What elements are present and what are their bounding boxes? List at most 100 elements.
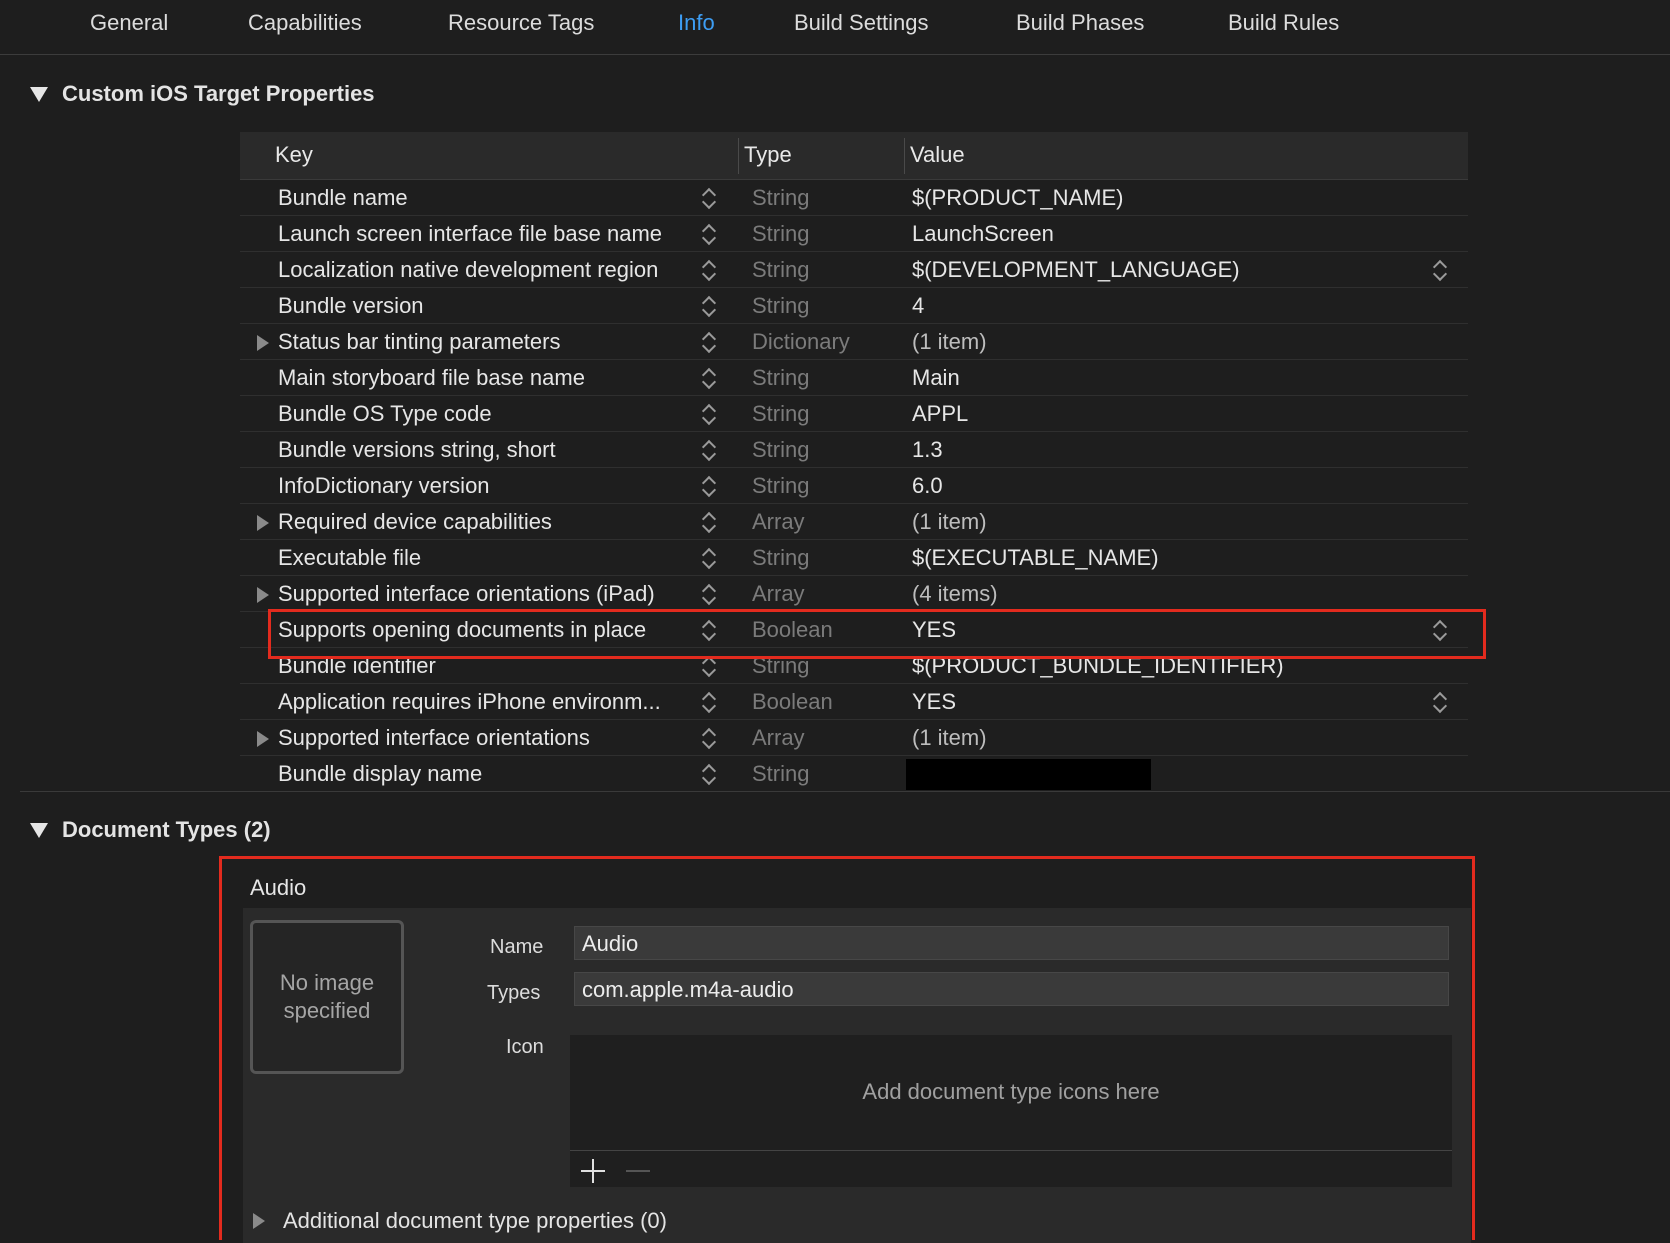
- row-value[interactable]: $(DEVELOPMENT_LANGUAGE): [912, 257, 1240, 283]
- row-type[interactable]: Boolean: [752, 689, 833, 715]
- row-type[interactable]: Array: [752, 581, 805, 607]
- row-key[interactable]: Bundle version: [278, 293, 696, 319]
- column-header-key[interactable]: Key: [275, 142, 313, 168]
- custom-properties-header[interactable]: Custom iOS Target Properties: [30, 78, 375, 110]
- row-key[interactable]: Supported interface orientations (iPad): [278, 581, 696, 607]
- disclosure-triangle-icon[interactable]: [30, 822, 48, 838]
- document-types-header[interactable]: Document Types (2): [30, 814, 271, 846]
- key-stepper-icon[interactable]: [701, 329, 717, 355]
- key-stepper-icon[interactable]: [701, 365, 717, 391]
- table-row[interactable]: Main storyboard file base name String Ma…: [240, 360, 1468, 396]
- row-key[interactable]: Executable file: [278, 545, 696, 571]
- row-key[interactable]: Bundle OS Type code: [278, 401, 696, 427]
- expand-triangle-icon[interactable]: [257, 731, 269, 747]
- row-key[interactable]: Supported interface orientations: [278, 725, 696, 751]
- row-type[interactable]: String: [752, 365, 809, 391]
- table-row[interactable]: Bundle versions string, short String 1.3: [240, 432, 1468, 468]
- row-type[interactable]: String: [752, 257, 809, 283]
- row-key[interactable]: Bundle versions string, short: [278, 437, 696, 463]
- tab-resource-tags[interactable]: Resource Tags: [448, 10, 594, 36]
- row-key[interactable]: Bundle display name: [278, 761, 696, 787]
- tab-capabilities[interactable]: Capabilities: [248, 10, 362, 36]
- key-stepper-icon[interactable]: [701, 509, 717, 535]
- key-stepper-icon[interactable]: [701, 689, 717, 715]
- disclosure-triangle-icon[interactable]: [30, 86, 48, 102]
- row-value[interactable]: Main: [912, 365, 960, 391]
- value-popup-stepper-icon[interactable]: [1432, 617, 1448, 643]
- row-value[interactable]: 4: [912, 293, 924, 319]
- key-stepper-icon[interactable]: [701, 185, 717, 211]
- expand-triangle-icon[interactable]: [257, 515, 269, 531]
- table-row[interactable]: Application requires iPhone environm... …: [240, 684, 1468, 720]
- row-type[interactable]: String: [752, 293, 809, 319]
- key-stepper-icon[interactable]: [701, 257, 717, 283]
- row-type[interactable]: String: [752, 401, 809, 427]
- table-row[interactable]: Supported interface orientations (iPad) …: [240, 576, 1468, 612]
- name-field[interactable]: Audio: [574, 926, 1449, 960]
- remove-icon-button[interactable]: [626, 1159, 650, 1183]
- tab-info[interactable]: Info: [678, 10, 715, 36]
- table-row[interactable]: Status bar tinting parameters Dictionary…: [240, 324, 1468, 360]
- table-row[interactable]: Launch screen interface file base name S…: [240, 216, 1468, 252]
- row-value[interactable]: APPL: [912, 401, 968, 427]
- row-key[interactable]: Localization native development region: [278, 257, 696, 283]
- row-key[interactable]: Bundle name: [278, 185, 696, 211]
- row-key[interactable]: Required device capabilities: [278, 509, 696, 535]
- row-key[interactable]: Application requires iPhone environm...: [278, 689, 696, 715]
- table-row[interactable]: Executable file String $(EXECUTABLE_NAME…: [240, 540, 1468, 576]
- table-row[interactable]: InfoDictionary version String 6.0: [240, 468, 1468, 504]
- row-key[interactable]: InfoDictionary version: [278, 473, 696, 499]
- row-type[interactable]: Array: [752, 509, 805, 535]
- table-row[interactable]: Localization native development region S…: [240, 252, 1468, 288]
- image-well[interactable]: No image specified: [250, 920, 404, 1074]
- key-stepper-icon[interactable]: [701, 761, 717, 787]
- row-key[interactable]: Bundle identifier: [278, 653, 696, 679]
- row-type[interactable]: Boolean: [752, 617, 833, 643]
- tab-build-phases[interactable]: Build Phases: [1016, 10, 1144, 36]
- key-stepper-icon[interactable]: [701, 437, 717, 463]
- row-type[interactable]: String: [752, 185, 809, 211]
- additional-properties-disclosure[interactable]: Additional document type properties (0): [253, 1208, 667, 1234]
- value-popup-stepper-icon[interactable]: [1432, 689, 1448, 715]
- key-stepper-icon[interactable]: [701, 401, 717, 427]
- row-key[interactable]: Supports opening documents in place: [278, 617, 696, 643]
- key-stepper-icon[interactable]: [701, 653, 717, 679]
- column-header-type[interactable]: Type: [744, 142, 792, 168]
- key-stepper-icon[interactable]: [701, 545, 717, 571]
- key-stepper-icon[interactable]: [701, 221, 717, 247]
- key-stepper-icon[interactable]: [701, 473, 717, 499]
- row-value[interactable]: $(PRODUCT_BUNDLE_IDENTIFIER): [912, 653, 1284, 679]
- row-value[interactable]: 6.0: [912, 473, 943, 499]
- table-row[interactable]: Bundle OS Type code String APPL: [240, 396, 1468, 432]
- add-icon-button[interactable]: [581, 1159, 605, 1183]
- table-row[interactable]: Required device capabilities Array (1 it…: [240, 504, 1468, 540]
- key-stepper-icon[interactable]: [701, 293, 717, 319]
- row-value[interactable]: YES: [912, 689, 956, 715]
- key-stepper-icon[interactable]: [701, 725, 717, 751]
- row-type[interactable]: String: [752, 473, 809, 499]
- column-header-value[interactable]: Value: [910, 142, 965, 168]
- table-row[interactable]: Bundle identifier String $(PRODUCT_BUNDL…: [240, 648, 1468, 684]
- row-key[interactable]: Launch screen interface file base name: [278, 221, 696, 247]
- row-value[interactable]: LaunchScreen: [912, 221, 1054, 247]
- row-type[interactable]: Dictionary: [752, 329, 850, 355]
- row-key[interactable]: Main storyboard file base name: [278, 365, 696, 391]
- table-row-highlighted[interactable]: Supports opening documents in place Bool…: [240, 612, 1468, 648]
- expand-triangle-icon[interactable]: [257, 335, 269, 351]
- table-row[interactable]: Supported interface orientations Array (…: [240, 720, 1468, 756]
- tab-build-settings[interactable]: Build Settings: [794, 10, 929, 36]
- row-value[interactable]: $(EXECUTABLE_NAME): [912, 545, 1159, 571]
- row-key[interactable]: Status bar tinting parameters: [278, 329, 696, 355]
- row-type[interactable]: String: [752, 653, 809, 679]
- table-row[interactable]: Bundle display name String: [240, 756, 1468, 792]
- row-value[interactable]: $(PRODUCT_NAME): [912, 185, 1123, 211]
- row-type[interactable]: Array: [752, 725, 805, 751]
- row-type[interactable]: String: [752, 761, 809, 787]
- types-field[interactable]: com.apple.m4a-audio: [574, 972, 1449, 1006]
- key-stepper-icon[interactable]: [701, 581, 717, 607]
- expand-triangle-icon[interactable]: [253, 1213, 265, 1229]
- row-type[interactable]: String: [752, 545, 809, 571]
- row-type[interactable]: String: [752, 221, 809, 247]
- table-row[interactable]: Bundle version String 4: [240, 288, 1468, 324]
- tab-general[interactable]: General: [90, 10, 168, 36]
